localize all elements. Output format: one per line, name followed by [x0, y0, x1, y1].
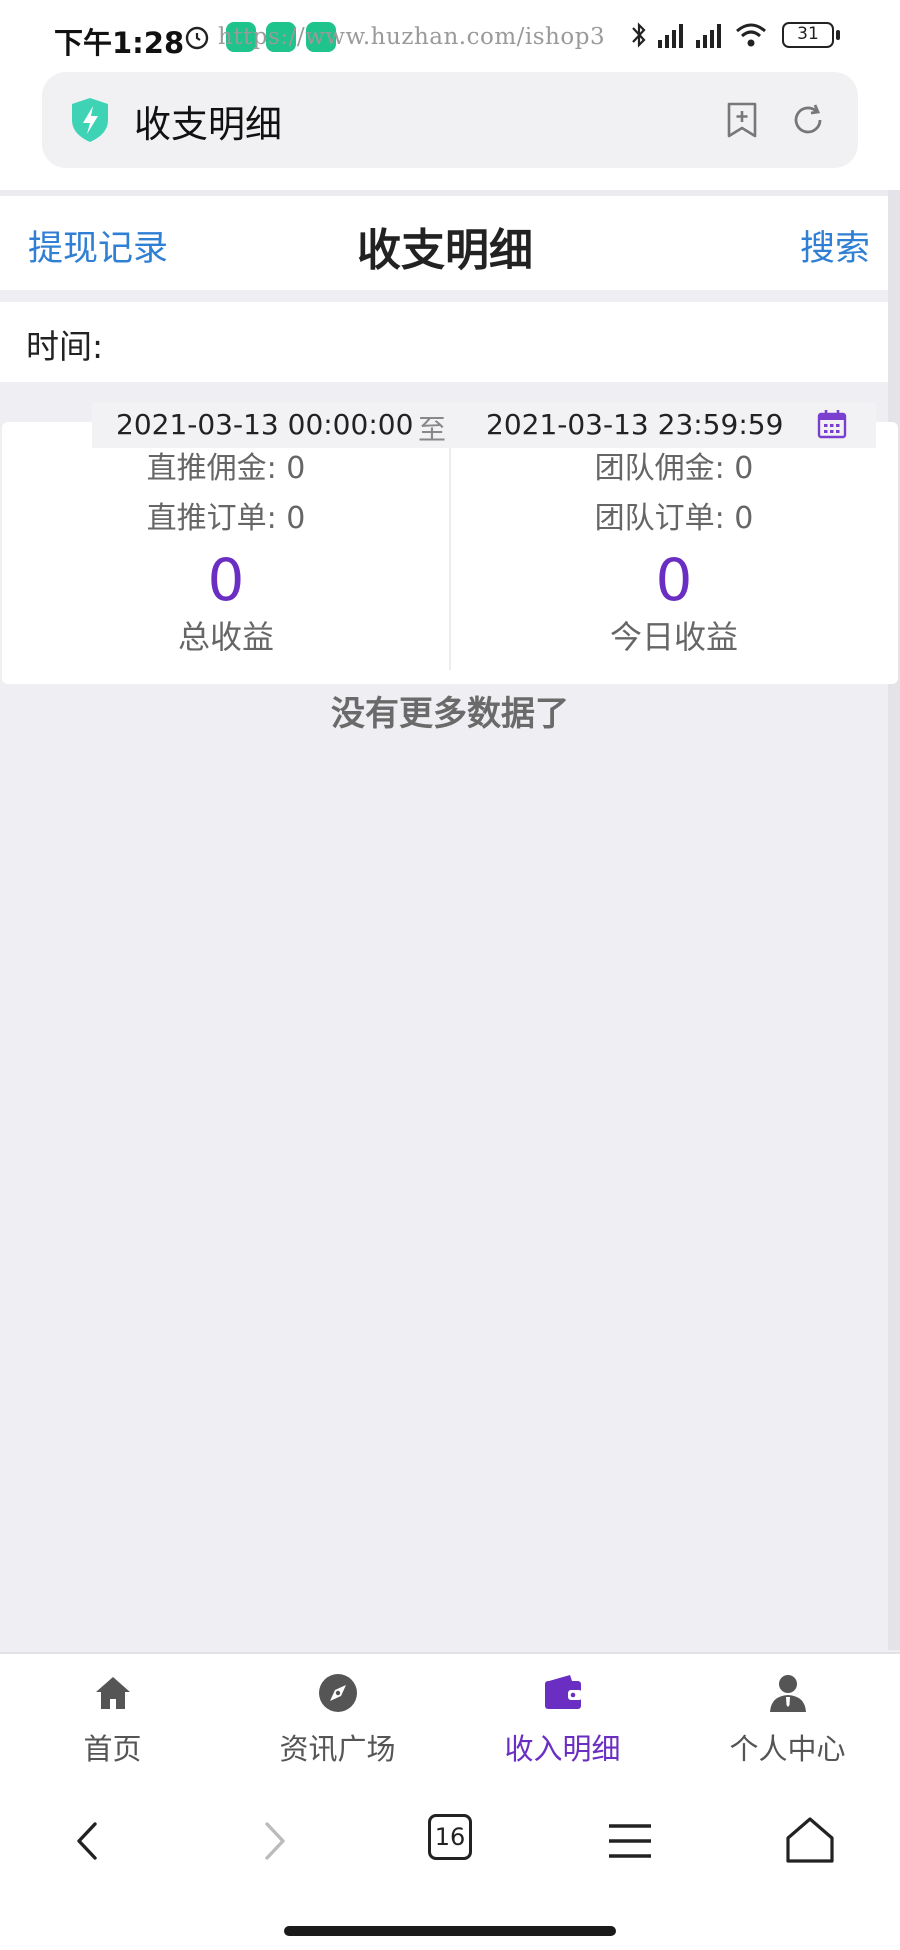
browser-address-bar: 收支明细	[0, 70, 900, 190]
total-income-value: 0	[207, 546, 245, 614]
team-commission-label: 团队佣金:	[594, 451, 725, 486]
battery-tip	[836, 30, 840, 40]
team-orders: 团队订单: 0	[450, 494, 898, 544]
status-time: 下午1:28	[54, 26, 185, 60]
browser-navigation-bar: 16	[0, 1776, 900, 1950]
page-header: 提现记录 收支明细 搜索	[0, 190, 900, 290]
time-label: 时间:	[26, 327, 104, 366]
direct-orders-label: 直推订单:	[146, 501, 277, 536]
signal-icon	[696, 24, 721, 48]
team-orders-value: 0	[734, 501, 754, 536]
total-income-label: 总收益	[177, 618, 274, 656]
calendar-icon[interactable]	[816, 408, 848, 440]
compass-icon	[319, 1674, 357, 1712]
gesture-home-indicator[interactable]	[284, 1926, 616, 1936]
date-range-picker[interactable]: 2021-03-13 00:00:00 至 2021-03-13 23:59:5…	[92, 402, 876, 448]
person-icon	[770, 1675, 806, 1712]
status-bar: 下午1:28 https://www.huzhan.com/ishop3 31	[0, 0, 900, 70]
signal-icon	[658, 24, 683, 48]
menu-icon[interactable]	[603, 1814, 657, 1868]
tab-personal-center-label: 个人中心	[729, 1732, 846, 1766]
back-icon[interactable]	[62, 1814, 116, 1868]
team-stats: 团队佣金: 0 团队订单: 0 0 今日收益	[450, 444, 898, 674]
tab-income-details[interactable]: 收入明细	[450, 1654, 675, 1778]
alarm-icon	[185, 26, 209, 50]
bluetooth-icon	[632, 22, 646, 48]
today-income-value: 0	[655, 546, 693, 614]
bottom-tabbar: 首页 资讯广场 收入明细 个人中心	[0, 1652, 900, 1776]
url-watermark: https://www.huzhan.com/ishop3	[218, 24, 606, 50]
start-date-input[interactable]: 2021-03-13 00:00:00	[116, 408, 413, 441]
browser-page-title: 收支明细	[134, 103, 282, 146]
tabs-count-button[interactable]: 16	[428, 1814, 472, 1860]
tab-news-square[interactable]: 资讯广场	[225, 1654, 450, 1778]
add-bookmark-icon[interactable]	[722, 100, 762, 140]
reload-icon[interactable]	[788, 100, 828, 140]
stats-card: 直推佣金: 0 直推订单: 0 0 总收益 团队佣金: 0 团队订单: 0 0 …	[2, 402, 898, 684]
today-income-label: 今日收益	[609, 618, 738, 656]
battery-icon: 31	[782, 22, 834, 48]
time-filter-row: 时间:	[0, 302, 888, 382]
wifi-icon	[736, 23, 766, 47]
direct-stats: 直推佣金: 0 直推订单: 0 0 总收益	[2, 444, 450, 674]
wallet-icon	[545, 1675, 582, 1709]
team-orders-label: 团队订单:	[594, 501, 725, 536]
tab-home[interactable]: 首页	[0, 1654, 225, 1778]
url-field[interactable]: 收支明细	[42, 72, 858, 168]
tab-news-square-label: 资讯广场	[279, 1732, 396, 1766]
battery-level: 31	[797, 24, 819, 44]
direct-orders: 直推订单: 0	[2, 494, 450, 544]
end-date-input[interactable]: 2021-03-13 23:59:59	[486, 408, 783, 441]
search-link[interactable]: 搜索	[800, 220, 870, 271]
browser-home-icon[interactable]	[783, 1814, 837, 1868]
tab-personal-center[interactable]: 个人中心	[675, 1654, 900, 1778]
direct-commission-label: 直推佣金:	[146, 451, 277, 486]
direct-orders-value: 0	[286, 501, 306, 536]
direct-commission: 直推佣金: 0	[2, 444, 450, 494]
home-icon	[96, 1677, 130, 1709]
tab-home-label: 首页	[83, 1732, 142, 1766]
tab-income-details-label: 收入明细	[504, 1732, 621, 1766]
page-title: 收支明细	[357, 225, 533, 276]
direct-commission-value: 0	[286, 451, 306, 486]
shield-lightning-icon	[72, 98, 108, 142]
team-commission-value: 0	[734, 451, 754, 486]
date-separator: 至	[418, 413, 447, 446]
status-indicators: 31	[630, 20, 860, 50]
scrollbar[interactable]	[888, 190, 900, 1650]
team-commission: 团队佣金: 0	[450, 444, 898, 494]
no-more-data-text: 没有更多数据了	[331, 694, 569, 734]
forward-icon[interactable]	[246, 1814, 300, 1868]
